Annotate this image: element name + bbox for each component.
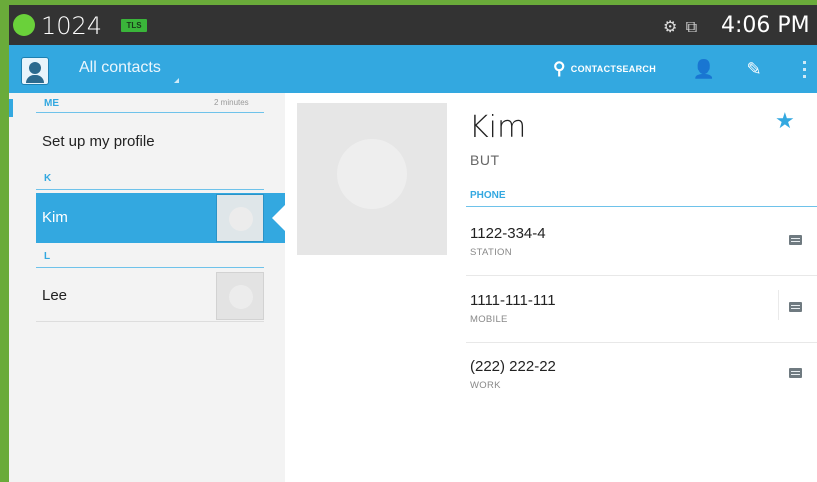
section-divider-me: [36, 112, 264, 113]
contacts-app-icon[interactable]: [21, 57, 49, 85]
favorite-star-icon[interactable]: ★: [775, 108, 795, 134]
section-header-l: L: [44, 251, 51, 262]
phone-section-divider: [466, 206, 817, 207]
section-me-updated: 2 minutes: [214, 98, 249, 107]
message-icon[interactable]: [789, 302, 802, 312]
contact-organization: BUT: [470, 152, 500, 168]
message-separator: [778, 290, 779, 320]
section-divider-k: [36, 189, 264, 190]
list-divider: [36, 321, 264, 322]
phone-type: WORK: [470, 380, 501, 391]
notification-icons: ⚙ ⧉: [663, 19, 700, 36]
avatar: [216, 272, 264, 320]
list-item-label: Lee: [42, 287, 68, 304]
phone-type: MOBILE: [470, 314, 508, 325]
scroll-indicator: [9, 99, 13, 117]
message-icon[interactable]: [789, 235, 802, 245]
avatar: [216, 194, 264, 242]
action-bar: All contacts ⚲ CONTACTSEARCH 👤 ✎: [9, 45, 817, 93]
status-time: 4:06 PM: [721, 13, 810, 38]
phone-number: 1122-334-4: [470, 225, 546, 242]
phone-entry-mobile[interactable]: 1111-111-111 MOBILE: [466, 290, 817, 360]
section-header-me: ME: [44, 98, 59, 109]
contact-search-button[interactable]: ⚲ CONTACTSEARCH: [553, 57, 656, 81]
list-item-my-profile[interactable]: Set up my profile: [36, 118, 264, 168]
list-item-label: Set up my profile: [42, 133, 155, 150]
add-contact-icon[interactable]: 👤: [692, 57, 716, 81]
phone-divider: [466, 342, 817, 343]
status-counter: 1024: [41, 12, 103, 40]
search-icon: ⚲: [553, 59, 566, 78]
section-divider-l: [36, 267, 264, 268]
list-item-lee[interactable]: Lee: [36, 271, 264, 321]
phone-type: STATION: [470, 247, 512, 258]
contact-search-label: CONTACTSEARCH: [570, 64, 656, 74]
phone-entry-station[interactable]: 1122-334-4 STATION: [466, 225, 817, 293]
phone-entry-work[interactable]: (222) 222-22 WORK: [466, 358, 817, 426]
phone-divider: [466, 275, 817, 276]
edit-pencil-icon[interactable]: ✎: [742, 57, 766, 81]
message-icon[interactable]: [789, 368, 802, 378]
contact-photo[interactable]: [297, 103, 447, 255]
selection-caret-notch: [272, 205, 285, 231]
contact-filter-dropdown[interactable]: All contacts: [79, 59, 179, 83]
status-indicator-icon: [13, 14, 35, 36]
phone-number: (222) 222-22: [470, 358, 556, 375]
status-badge: TLS: [121, 19, 147, 32]
section-header-k: K: [44, 173, 52, 184]
list-item-label: Kim: [42, 209, 68, 226]
status-bar: 1024 TLS ⚙ ⧉ 4:06 PM: [9, 5, 817, 45]
list-item-kim[interactable]: Kim: [36, 193, 264, 243]
overflow-menu-icon[interactable]: [801, 57, 807, 81]
contact-name: Kim: [469, 110, 527, 145]
phone-number: 1111-111-111: [470, 292, 556, 309]
phone-section-header: PHONE: [470, 190, 506, 201]
